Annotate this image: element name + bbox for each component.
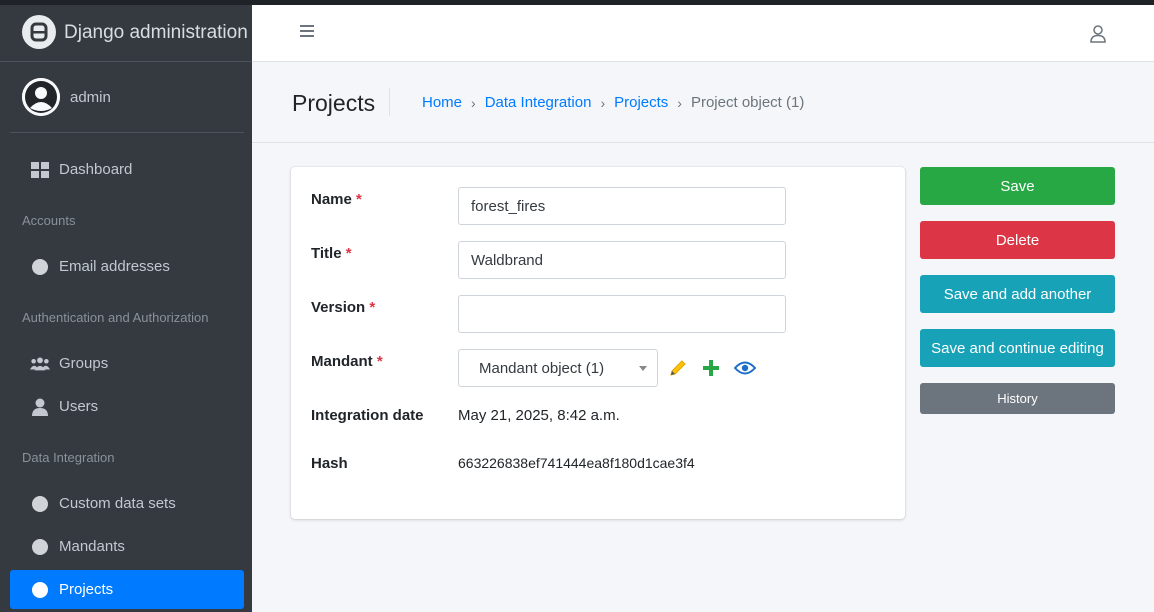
sidebar-item-groups[interactable]: Groups bbox=[10, 344, 244, 383]
main-header bbox=[252, 5, 1154, 62]
sidebar-item-label: Mandants bbox=[59, 538, 125, 555]
brand-title: Django administration bbox=[64, 21, 248, 43]
form-row-hash: Hash 663226838ef741444ea8f180d1cae3f4 bbox=[311, 453, 891, 491]
dashboard-icon bbox=[30, 160, 50, 180]
users-group-icon bbox=[30, 354, 50, 374]
version-input[interactable] bbox=[458, 295, 786, 333]
user-panel[interactable]: admin bbox=[10, 62, 244, 133]
sidebar-section-header: Authentication and Authorization bbox=[22, 310, 209, 325]
save-and-add-another-button[interactable]: Save and add another bbox=[920, 275, 1115, 313]
project-form: Name * Title * Version * Mandant * Manda… bbox=[291, 167, 905, 519]
form-row-version: Version * bbox=[311, 295, 891, 333]
sidebar-section-header: Accounts bbox=[22, 213, 76, 228]
circle-icon bbox=[30, 257, 50, 277]
sidebar-item-label: Projects bbox=[59, 581, 114, 598]
breadcrumb-separator: › bbox=[677, 94, 682, 111]
avatar-icon bbox=[22, 78, 60, 116]
hamburger-icon[interactable] bbox=[300, 25, 314, 39]
eye-icon[interactable] bbox=[734, 360, 756, 376]
user-icon bbox=[30, 397, 50, 417]
breadcrumb-projects[interactable]: Projects bbox=[614, 94, 668, 111]
user-name: admin bbox=[70, 88, 111, 106]
sidebar-item-email-addresses[interactable]: Email addresses bbox=[10, 247, 244, 286]
hash-value: 663226838ef741444ea8f180d1cae3f4 bbox=[458, 455, 695, 471]
mandant-select[interactable]: Mandant object (1) bbox=[458, 349, 658, 387]
sidebar-item-dashboard[interactable]: Dashboard bbox=[10, 150, 244, 189]
circle-icon bbox=[30, 494, 50, 514]
integration-date-label: Integration date bbox=[311, 407, 424, 424]
django-logo-icon bbox=[22, 15, 56, 49]
title-divider bbox=[389, 88, 390, 116]
user-menu-icon[interactable] bbox=[1090, 25, 1106, 48]
hash-label: Hash bbox=[311, 455, 348, 472]
sidebar-item-label: Dashboard bbox=[59, 161, 133, 178]
delete-button[interactable]: Delete bbox=[920, 221, 1115, 259]
breadcrumb-current: Project object (1) bbox=[690, 94, 805, 111]
sidebar-item-label: Custom data sets bbox=[59, 495, 176, 512]
title-input[interactable] bbox=[458, 241, 786, 279]
sidebar-item-label: Email addresses bbox=[59, 258, 170, 275]
brand[interactable]: Django administration bbox=[0, 0, 252, 62]
form-row-mandant: Mandant * Mandant object (1) bbox=[311, 349, 891, 387]
sidebar-item-mandants[interactable]: Mandants bbox=[10, 527, 244, 566]
circle-icon bbox=[30, 580, 50, 600]
sidebar-item-custom-data-sets[interactable]: Custom data sets bbox=[10, 484, 244, 523]
form-row-name: Name * bbox=[311, 187, 891, 225]
name-input[interactable] bbox=[458, 187, 786, 225]
sidebar-item-users[interactable]: Users bbox=[10, 387, 244, 426]
save-and-continue-editing-button[interactable]: Save and continue editing bbox=[920, 329, 1115, 367]
sidebar: Django administration admin Dashboard Ac… bbox=[0, 0, 252, 612]
plus-icon[interactable] bbox=[702, 359, 720, 377]
breadcrumb-home[interactable]: Home bbox=[422, 94, 462, 111]
version-label: Version * bbox=[311, 299, 376, 316]
form-row-title: Title * bbox=[311, 241, 891, 279]
name-label: Name * bbox=[311, 191, 362, 208]
sidebar-section-header: Data Integration bbox=[22, 450, 115, 465]
breadcrumb-separator: › bbox=[471, 94, 476, 111]
chevron-down-icon bbox=[639, 366, 647, 371]
mandant-selected-value: Mandant object (1) bbox=[479, 359, 605, 377]
content-header: Projects Home › Data Integration › Proje… bbox=[252, 62, 1154, 143]
title-label: Title * bbox=[311, 245, 352, 262]
breadcrumb-separator: › bbox=[600, 94, 606, 111]
sidebar-item-label: Groups bbox=[59, 355, 109, 372]
breadcrumb-data-integration[interactable]: Data Integration bbox=[485, 94, 592, 111]
save-button[interactable]: Save bbox=[920, 167, 1115, 205]
form-row-integration-date: Integration date May 21, 2025, 8:42 a.m. bbox=[311, 405, 891, 443]
page-title: Projects bbox=[292, 90, 376, 116]
history-button[interactable]: History bbox=[920, 383, 1115, 414]
mandant-label: Mandant * bbox=[311, 353, 383, 370]
sidebar-item-label: Users bbox=[59, 398, 99, 415]
sidebar-item-projects[interactable]: Projects bbox=[10, 570, 244, 609]
sidebar-nav: Dashboard Accounts Email addresses Authe… bbox=[0, 150, 252, 609]
circle-icon bbox=[30, 537, 50, 557]
pencil-icon[interactable] bbox=[668, 358, 688, 378]
related-widget-icons bbox=[668, 358, 770, 378]
window-top-strip bbox=[0, 0, 1154, 5]
integration-date-value: May 21, 2025, 8:42 a.m. bbox=[458, 407, 620, 424]
breadcrumb: Home › Data Integration › Projects › Pro… bbox=[422, 94, 804, 111]
